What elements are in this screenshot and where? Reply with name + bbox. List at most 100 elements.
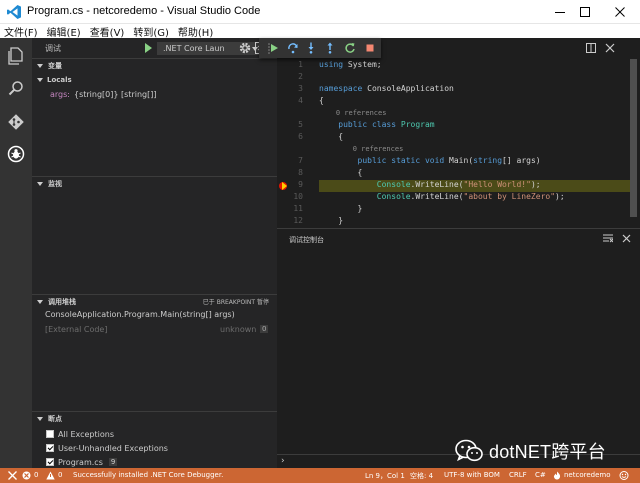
menu-bar: 文件(F) 编辑(E) 查看(V) 转到(G) 帮助(H) [0,24,640,39]
call-stack-section-title: 调用堆栈 [48,297,76,306]
maximize-button[interactable] [565,0,605,24]
project-name[interactable]: netcoredemo [564,471,611,479]
variable-name: args: [50,89,70,99]
feedback-icon[interactable] [619,471,629,482]
code-line: namespace ConsoleApplication [319,84,454,93]
chevron-down-icon [37,63,43,68]
language-mode[interactable]: C# [535,471,546,479]
watch-section-header[interactable]: 监视 [32,176,277,190]
call-stack-frame-badge: 0 [260,325,269,333]
line-number: 9 [298,180,303,189]
stop-icon[interactable] [363,41,377,55]
variables-section-header[interactable]: 变量 [32,58,277,72]
start-debugging-icon[interactable] [145,43,152,53]
breakpoint-all-exceptions[interactable]: All Exceptions [46,428,114,440]
breakpoint-program-cs[interactable]: Program.cs 9 [46,456,118,468]
breakpoint-user-unhandled[interactable]: User-Unhandled Exceptions [46,442,168,454]
codelens-references[interactable]: 0 references [319,109,387,117]
breakpoint-label: All Exceptions [58,429,114,439]
status-branch-icon[interactable] [8,471,17,482]
indentation[interactable]: 空格: 4 [410,471,433,481]
menu-file[interactable]: 文件(F) [4,24,38,39]
line-number: 1 [298,60,303,69]
code-line: { [319,132,344,141]
line-number: 12 [293,216,303,225]
close-panel-icon[interactable] [622,234,631,243]
debug-toolbar [259,38,381,58]
search-icon[interactable] [6,78,26,98]
restart-icon[interactable] [343,41,357,55]
breakpoint-line-badge: 9 [108,458,118,466]
step-over-icon[interactable] [286,41,300,55]
close-button[interactable] [600,0,640,24]
split-editor-icon[interactable] [586,43,596,53]
code-line: Console.WriteLine("Hello World!"); [376,180,541,189]
debug-view-header: 调试 .NET Core Laun [32,38,277,58]
cursor-position[interactable]: Ln 9，Col 1 [365,471,405,481]
gear-icon[interactable] [238,41,252,55]
explorer-icon[interactable] [6,46,26,66]
error-icon[interactable] [22,471,31,482]
continue-icon[interactable] [267,41,281,55]
line-number: 7 [298,156,303,165]
code-line: { [319,168,363,177]
menu-edit[interactable]: 编辑(E) [47,24,81,39]
clear-console-icon[interactable] [603,234,613,243]
menu-view[interactable]: 查看(V) [90,24,125,39]
chevron-down-icon [37,416,43,421]
menu-help[interactable]: 帮助(H) [178,24,213,39]
line-number: 5 [298,120,303,129]
watch-section-title: 监视 [48,179,62,188]
checkbox[interactable] [46,430,54,438]
git-icon[interactable] [6,112,26,132]
status-bar: 0 0 Successfully installed .NET Core Deb… [0,468,640,483]
codelens-references[interactable]: 0 references [319,145,404,153]
line-number: 4 [298,96,303,105]
debug-console-title: 调试控制台 [289,236,324,244]
warning-count[interactable]: 0 [58,471,62,479]
code-editor[interactable]: 1 using System; 2 3 namespace ConsoleApplica… [277,38,640,228]
breakpoints-section-header[interactable]: 断点 [32,411,277,425]
error-count[interactable]: 0 [34,471,38,479]
call-stack-frame-external[interactable]: [External Code] [45,325,107,334]
title-bar: Program.cs - netcoredemo - Visual Studio… [0,0,640,24]
variable-row[interactable]: args: {string[0]} [string[]] [32,87,277,101]
breakpoint-label: User-Unhandled Exceptions [58,443,168,453]
line-number: 8 [298,168,303,177]
activity-bar [0,38,32,468]
call-stack-frame[interactable]: ConsoleApplication.Program.Main(string[]… [45,310,235,319]
checkbox[interactable] [46,458,54,466]
watermark-text: dotNET跨平台 [489,442,606,462]
status-message: Successfully installed .NET Core Debugge… [73,471,224,479]
breakpoint-label: Program.cs [58,457,103,467]
editor-scrollbar[interactable] [630,59,637,217]
call-stack-section-header[interactable]: 调用堆栈 已于 BREAKPOINT 暂停 [32,294,277,308]
chevron-down-icon [37,78,43,82]
menu-goto[interactable]: 转到(G) [133,24,169,39]
watermark: dotNET跨平台 [455,438,606,464]
locals-scope[interactable]: Locals [32,73,277,87]
line-number: 6 [298,132,303,141]
code-line: Console.WriteLine("about by LineZero"); [376,192,565,201]
debug-sidebar: 调试 .NET Core Laun 变量 Locals args: {strin… [32,38,277,468]
debug-console-panel: 调试控制台 › [277,228,640,468]
debug-icon[interactable] [6,144,26,164]
line-endings[interactable]: CRLF [509,471,527,479]
encoding[interactable]: UTF-8 with BOM [444,471,500,479]
chevron-down-icon [37,181,43,186]
locals-label: Locals [47,76,72,84]
code-line: public class Program [338,120,435,129]
project-flame-icon[interactable] [553,471,561,482]
variable-value: {string[0]} [string[]] [74,89,157,99]
step-into-icon[interactable] [304,41,318,55]
close-editor-icon[interactable] [605,43,615,53]
wechat-logo-icon [455,439,483,462]
checkbox[interactable] [46,444,54,452]
call-stack-frame-location: unknown [220,325,257,334]
code-line: } [319,204,363,213]
line-number: 2 [298,72,303,81]
breakpoints-section-title: 断点 [48,414,62,423]
step-out-icon[interactable] [323,41,337,55]
line-number: 3 [298,84,303,93]
warning-icon[interactable] [46,471,55,482]
